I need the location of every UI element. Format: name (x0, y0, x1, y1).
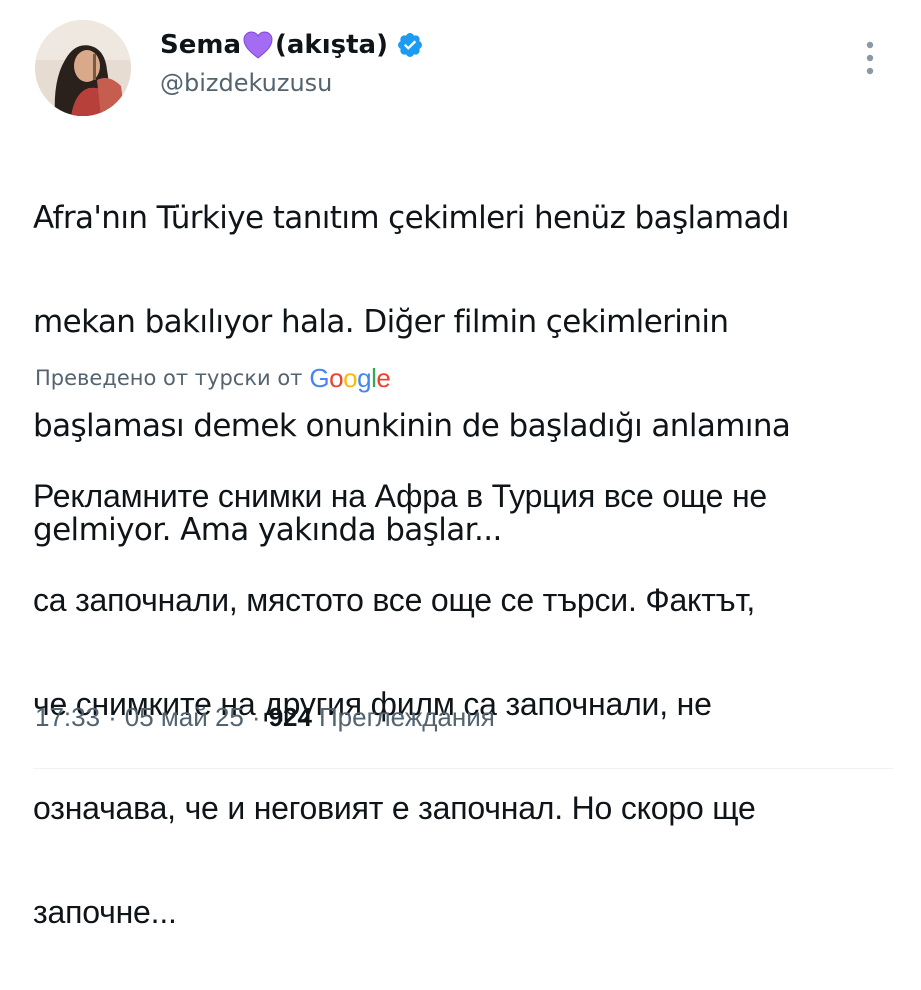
meta-separator: · (251, 701, 261, 732)
purple-heart-icon (243, 31, 273, 59)
tweet-card[interactable]: Sema (akışta) @bizdekuzusu Afra'nın Türk… (0, 0, 921, 930)
translation-line: означава, че и неговият е започнал. Но с… (33, 790, 756, 826)
views-count: 924 (268, 701, 312, 732)
translation-line: започне... (33, 894, 177, 930)
author-name[interactable]: Sema (akışta) (160, 27, 424, 63)
tweet-date[interactable]: 05 май 25 (125, 702, 244, 733)
google-logo: Google (309, 362, 391, 393)
author-handle[interactable]: @bizdekuzusu (160, 69, 332, 97)
views-label: Преглеждания (318, 701, 495, 732)
translation-attribution[interactable]: Преведено от турски от Google (35, 360, 391, 396)
translation-line: Рекламните снимки на Афра в Турция все о… (33, 478, 768, 514)
divider (33, 768, 893, 769)
avatar[interactable] (35, 20, 131, 116)
author-name-suffix: (akışta) (275, 30, 388, 60)
translated-by-label: Преведено от турски от (35, 366, 303, 390)
tweet-time[interactable]: 17:33 (35, 702, 100, 733)
tweet-meta: 17:33 · 05 май 25 · 924 Преглеждания (35, 697, 495, 737)
tweet-text-line: Afra'nın Türkiye tanıtım çekimleri henüz… (33, 200, 790, 236)
tweet-text-line: mekan bakılıyor hala. Diğer filmin çekim… (33, 304, 729, 340)
translation-line: са започнали, мястото все още се търси. … (33, 582, 756, 618)
verified-badge-icon[interactable] (396, 31, 424, 59)
avatar-image (35, 20, 131, 116)
author-name-prefix: Sema (160, 30, 241, 60)
more-vertical-icon[interactable] (858, 38, 882, 78)
meta-separator: · (108, 701, 117, 732)
